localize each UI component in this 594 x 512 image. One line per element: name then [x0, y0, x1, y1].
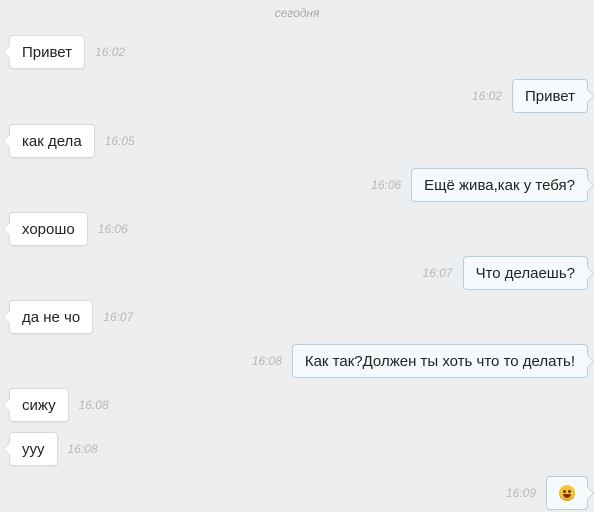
message-time: 16:08	[251, 354, 282, 368]
message-time: 16:06	[97, 222, 128, 236]
date-separator: сегодня	[274, 6, 320, 20]
message-row: как дела 16:05	[3, 124, 135, 158]
chat-history: сегодня Привет 16:02 Привет 16:02 как де…	[0, 0, 594, 512]
message-time: 16:02	[95, 45, 126, 59]
message-row: 16:09	[505, 476, 594, 510]
message-row: Привет 16:02	[2, 35, 126, 69]
message-row: Ещё жива,как у тебя? 16:06	[371, 168, 594, 202]
message-bubble-incoming[interactable]: ууу	[3, 432, 58, 466]
message-time: 16:05	[104, 134, 135, 148]
message-row: да не чо 16:07	[2, 300, 134, 334]
message-row: Как так?Должен ты хоть что то делать! 16…	[251, 344, 594, 378]
message-time: 16:07	[103, 310, 134, 324]
message-bubble-outgoing[interactable]	[546, 476, 594, 510]
message-time: 16:07	[422, 266, 453, 280]
message-bubble-outgoing[interactable]: Ещё жива,как у тебя?	[411, 168, 594, 202]
message-bubble-outgoing[interactable]: Как так?Должен ты хоть что то делать!	[291, 344, 594, 378]
message-time: 16:08	[78, 398, 109, 412]
message-time: 16:08	[67, 442, 98, 456]
message-bubble-incoming[interactable]: Привет	[2, 35, 86, 69]
message-bubble-incoming[interactable]: хорошо	[3, 212, 88, 246]
message-row: Что делаешь? 16:07	[422, 256, 594, 290]
message-bubble-incoming[interactable]: как дела	[3, 124, 95, 158]
message-row: хорошо 16:06	[3, 212, 128, 246]
message-row: сижу 16:08	[3, 388, 109, 422]
message-bubble-outgoing[interactable]: Привет	[511, 79, 594, 113]
message-row: ууу 16:08	[3, 432, 98, 466]
message-time: 16:06	[371, 178, 402, 192]
grinning-face-emoji-icon	[559, 485, 575, 501]
message-bubble-incoming[interactable]: да не чо	[2, 300, 94, 334]
message-bubble-outgoing[interactable]: Что делаешь?	[462, 256, 594, 290]
message-bubble-incoming[interactable]: сижу	[3, 388, 69, 422]
message-row: Привет 16:02	[471, 79, 594, 113]
message-time: 16:09	[505, 486, 536, 500]
message-time: 16:02	[471, 89, 502, 103]
